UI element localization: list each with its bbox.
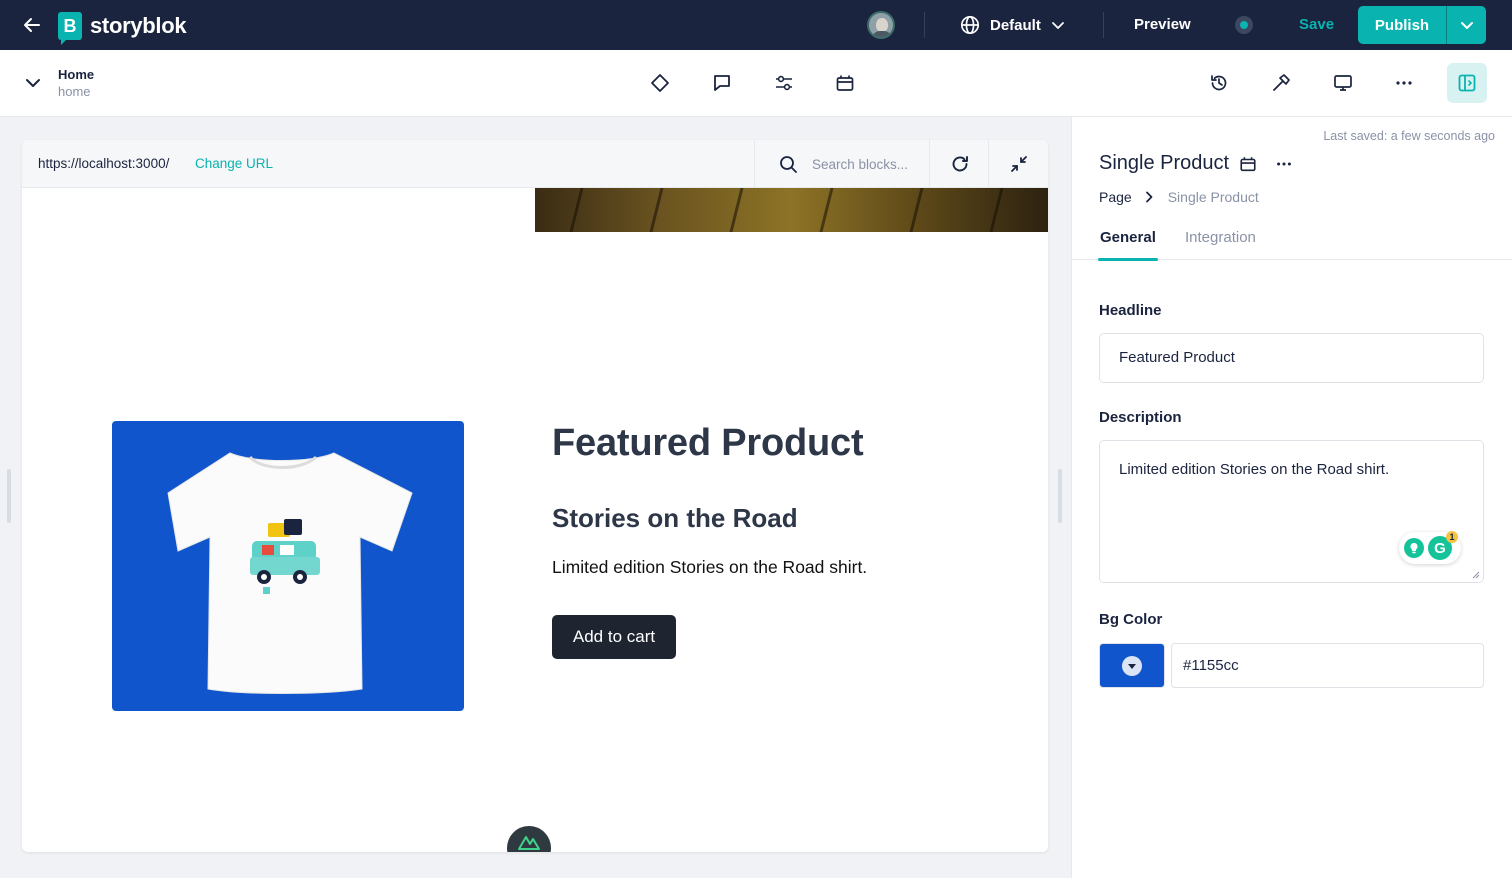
tab-general[interactable]: General [1098,229,1158,261]
resize-grip-icon[interactable] [1472,571,1480,579]
product-headline: Featured Product [552,422,864,464]
search-icon [779,155,798,174]
settings-sliders-icon[interactable] [772,71,796,95]
product-image [112,421,464,711]
grammarly-logo-letter: G [1434,539,1446,557]
refresh-icon[interactable] [929,140,989,188]
breadcrumb-current: Single Product [1167,189,1259,205]
desktop-icon[interactable] [1331,71,1355,95]
top-navigation-bar: B storyblok Default Preview Save Publish [0,0,1512,50]
preview-content: Featured Product Stories on the Road Lim… [22,188,1048,852]
diamond-icon[interactable] [648,71,672,95]
component-name: Single Product [1099,152,1230,174]
headline-input[interactable]: Featured Product [1099,333,1484,383]
collapse-icon[interactable] [988,140,1048,188]
preview-url-bar: https://localhost:3000/ Change URL [22,140,1048,188]
component-box-icon[interactable] [833,71,857,95]
grammarly-widget[interactable]: G 1 [1399,531,1461,564]
storyblok-logo-icon: B [58,12,82,45]
color-swatch[interactable] [1099,643,1165,688]
preview-url: https://localhost:3000/ [38,156,170,171]
history-icon[interactable] [1207,71,1231,95]
preview-button[interactable]: Preview [1134,16,1191,33]
last-saved-status: Last saved: a few seconds ago [1323,129,1495,143]
bg-color-input[interactable]: #1155cc [1171,643,1484,688]
resize-handle-right[interactable] [1058,469,1062,523]
tab-integration[interactable]: Integration [1185,229,1256,246]
language-selector[interactable]: Default [960,13,1065,37]
breadcrumb-parent[interactable]: Page [1099,189,1132,205]
product-description: Limited edition Stories on the Road shir… [552,557,868,577]
description-textarea[interactable]: Limited edition Stories on the Road shir… [1099,440,1484,583]
headline-label: Headline [1099,302,1162,319]
story-slug: home [58,84,91,99]
status-indicator-icon [1235,16,1253,34]
publish-button[interactable]: Publish [1358,6,1447,44]
more-options-icon[interactable] [1392,71,1416,95]
chevron-down-icon [1122,655,1142,676]
hero-image [535,188,1048,232]
more-options-icon[interactable] [1275,155,1293,173]
search-blocks [754,140,930,188]
block-editor-panel: Last saved: a few seconds ago Single Pro… [1071,117,1512,878]
search-blocks-input[interactable] [812,156,922,172]
lightbulb-icon [1404,538,1424,558]
grammarly-count-badge: 1 [1446,531,1458,543]
globe-icon [960,15,980,35]
user-avatar[interactable] [867,11,895,39]
save-button[interactable]: Save [1299,16,1334,33]
editor-toolbar: Home home [0,50,1512,117]
app-name: storyblok [90,13,187,38]
tshirt-illustration [167,452,413,694]
panel-tabs: General Integration [1072,223,1512,261]
description-text: Limited edition Stories on the Road shir… [1119,461,1390,478]
bg-color-label: Bg Color [1099,611,1163,628]
preview-frame: https://localhost:3000/ Change URL Searc… [22,140,1048,852]
component-box-icon [1239,155,1257,173]
chevron-down-icon [1051,18,1065,32]
divider [924,12,925,38]
language-label: Default [990,16,1041,34]
comment-icon[interactable] [710,71,734,95]
block-breadcrumb: Page Single Product [1099,189,1259,205]
change-url-link[interactable]: Change URL [195,156,273,171]
publish-options-chevron-icon[interactable] [1447,6,1486,44]
product-name: Stories on the Road [552,503,798,533]
storyblok-logo[interactable]: B storyblok [58,11,187,45]
resize-handle-left[interactable] [7,469,11,523]
nuxt-devtools-icon[interactable] [507,826,551,852]
back-arrow-icon[interactable] [20,13,44,37]
grammarly-icon: G 1 [1428,531,1458,560]
panel-toggle-icon[interactable] [1447,63,1487,103]
story-title: Home [58,67,95,82]
hammer-icon[interactable] [1269,71,1293,95]
chevron-right-icon [1144,191,1154,203]
add-to-cart-button[interactable]: Add to cart [552,615,676,659]
component-title: Single Product [1099,152,1293,175]
divider [1103,12,1104,38]
description-label: Description [1099,409,1182,426]
chevron-down-icon[interactable] [24,74,42,92]
publish-button-group: Publish [1358,6,1486,44]
